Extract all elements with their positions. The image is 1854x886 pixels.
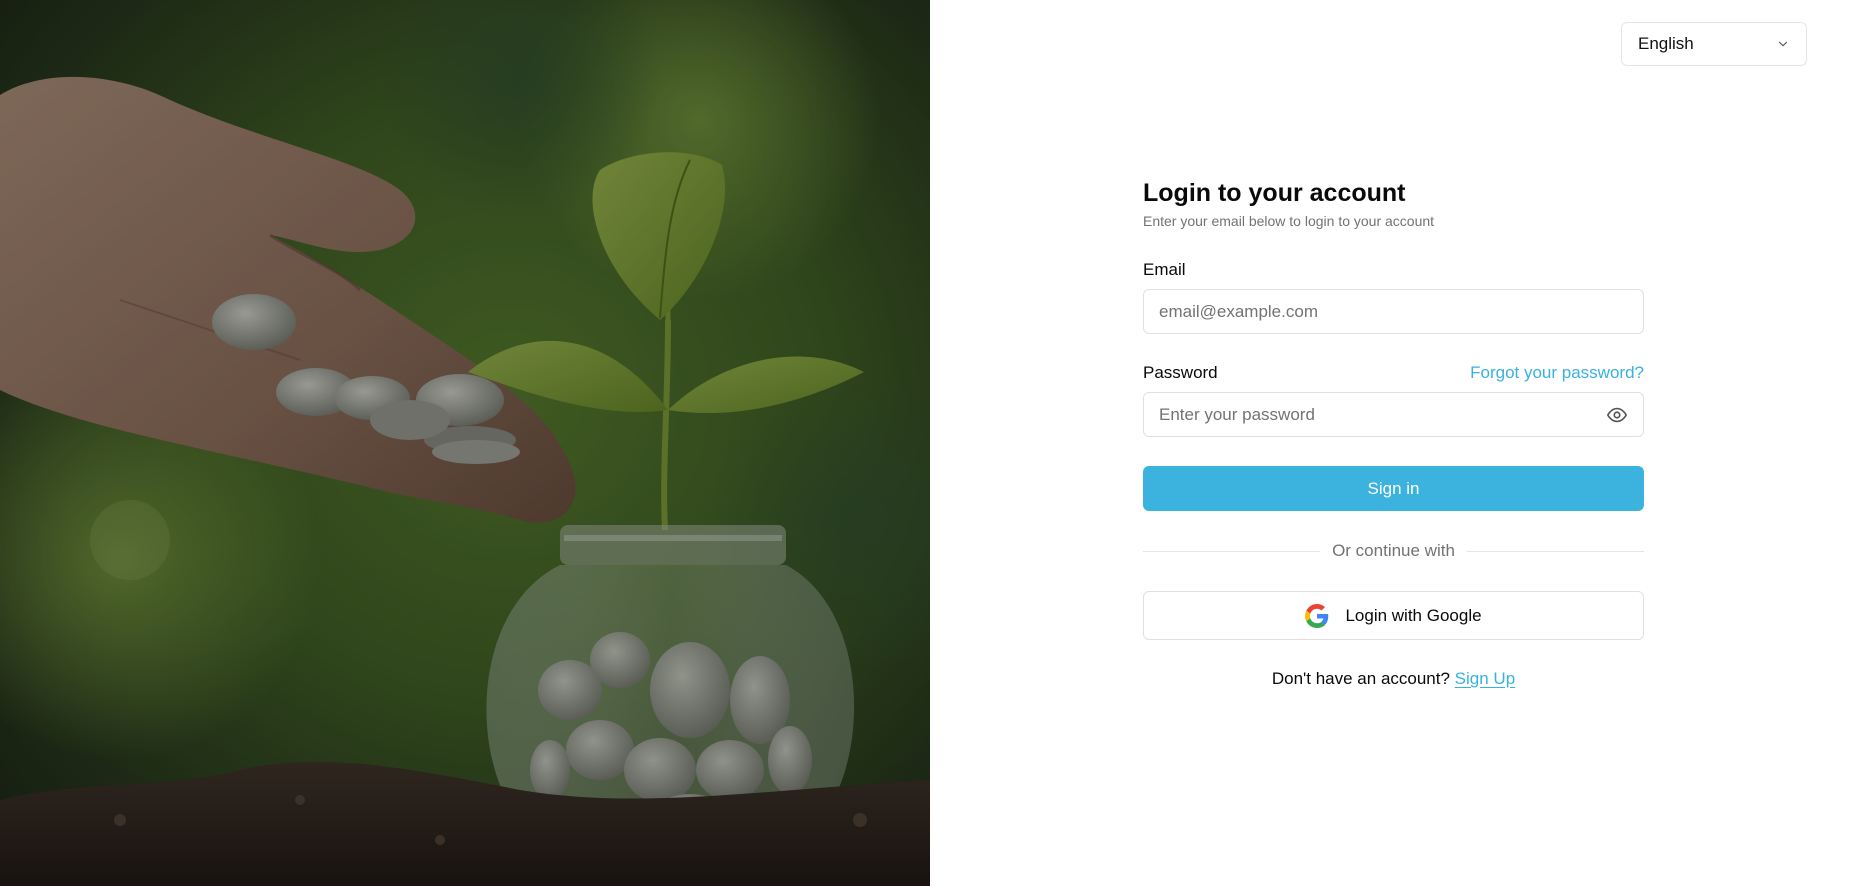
signup-row: Don't have an account? Sign Up xyxy=(1143,669,1644,689)
language-select-value: English xyxy=(1638,34,1694,53)
email-placeholder: email@example.com xyxy=(1159,301,1318,321)
sign-in-button[interactable]: Sign in xyxy=(1143,466,1644,511)
login-page: English Login to your account Enter your… xyxy=(0,0,1854,886)
chevron-down-icon xyxy=(1778,41,1788,47)
divider-label: Or continue with xyxy=(1332,541,1455,560)
google-login-button[interactable]: Login with Google xyxy=(1143,591,1644,640)
eye-icon[interactable] xyxy=(1605,404,1629,426)
forgot-password-link[interactable]: Forgot your password? xyxy=(1470,363,1644,383)
google-login-label: Login with Google xyxy=(1345,605,1482,625)
divider-line-left xyxy=(1143,550,1321,552)
sign-up-link[interactable]: Sign Up xyxy=(1455,669,1515,688)
divider: Or continue with xyxy=(1143,541,1644,561)
password-label-row: Password Forgot your password? xyxy=(1143,362,1644,384)
divider-line-right xyxy=(1466,550,1644,552)
password-label: Password xyxy=(1143,363,1218,382)
page-subtitle: Enter your email below to login to your … xyxy=(1143,213,1435,229)
password-placeholder: Enter your password xyxy=(1159,404,1315,424)
email-field[interactable]: email@example.com xyxy=(1143,289,1644,334)
google-icon xyxy=(1305,603,1329,628)
login-panel: English Login to your account Enter your… xyxy=(930,0,1854,886)
password-field[interactable]: Enter your password xyxy=(1143,392,1644,437)
login-form: Login to your account Enter your email b… xyxy=(1143,176,1644,689)
hero-image xyxy=(0,0,930,886)
email-label: Email xyxy=(1143,260,1186,279)
signup-prompt: Don't have an account? xyxy=(1271,669,1450,688)
language-select[interactable]: English xyxy=(1621,22,1807,66)
page-title: Login to your account xyxy=(1143,179,1406,207)
